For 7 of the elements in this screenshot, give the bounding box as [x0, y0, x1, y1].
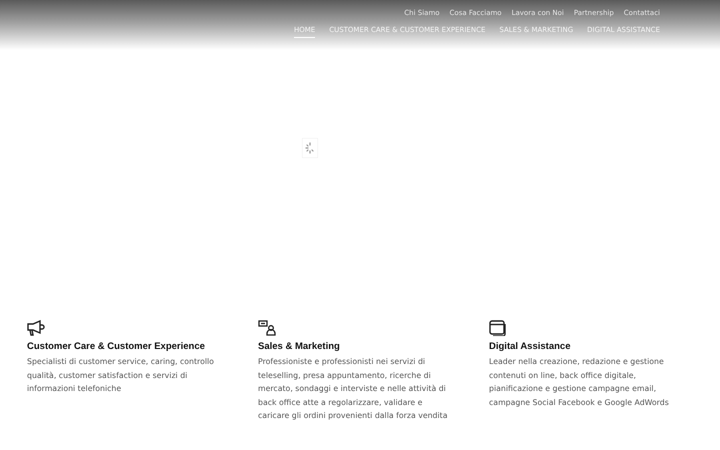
service-title: Customer Care & Customer Experience — [27, 341, 205, 352]
spinner-icon — [302, 138, 318, 158]
service-title: Sales & Marketing — [258, 341, 340, 352]
megaphone-icon — [27, 320, 45, 336]
service-title: Digital Assistance — [489, 341, 570, 352]
browser-window-icon — [489, 320, 506, 336]
chat-person-icon — [258, 320, 277, 336]
